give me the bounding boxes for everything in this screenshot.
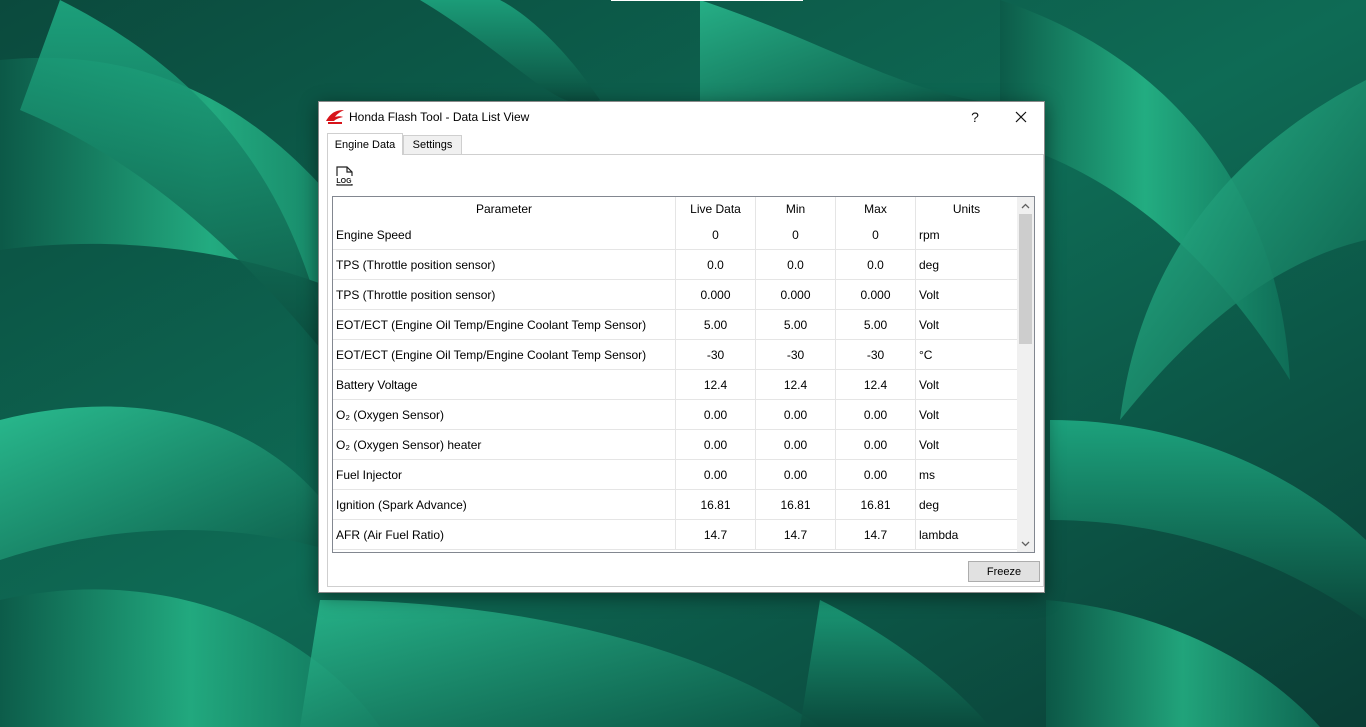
title-bar[interactable]: Honda Flash Tool - Data List View ? (319, 102, 1044, 132)
table-row[interactable]: TPS (Throttle position sensor) 0.0 0.0 0… (333, 250, 1017, 280)
table-row[interactable]: EOT/ECT (Engine Oil Temp/Engine Coolant … (333, 340, 1017, 370)
cell-max: 0.00 (836, 460, 916, 490)
cell-units: lambda (916, 520, 1017, 550)
cell-parameter: Ignition (Spark Advance) (333, 490, 676, 520)
vertical-scrollbar[interactable] (1017, 197, 1034, 552)
tab-engine-data[interactable]: Engine Data (327, 133, 403, 155)
top-edge-highlight (611, 0, 803, 1)
scroll-up-button[interactable] (1017, 197, 1034, 214)
header-units[interactable]: Units (916, 197, 1017, 220)
table-row[interactable]: Fuel Injector 0.00 0.00 0.00 ms (333, 460, 1017, 490)
table-row[interactable]: Battery Voltage 12.4 12.4 12.4 Volt (333, 370, 1017, 400)
cell-min: -30 (756, 340, 836, 370)
table-row[interactable]: O₂ (Oxygen Sensor) 0.00 0.00 0.00 Volt (333, 400, 1017, 430)
cell-min: 0.000 (756, 280, 836, 310)
engine-data-panel: LOG Parameter Live Data Min Max Units En… (327, 154, 1044, 587)
cell-parameter: Fuel Injector (333, 460, 676, 490)
cell-min: 0.00 (756, 430, 836, 460)
cell-parameter: TPS (Throttle position sensor) (333, 250, 676, 280)
table-header: Parameter Live Data Min Max Units (333, 197, 1017, 220)
cell-max: 16.81 (836, 490, 916, 520)
table-row[interactable]: AFR (Air Fuel Ratio) 14.7 14.7 14.7 lamb… (333, 520, 1017, 550)
table-row[interactable]: O₂ (Oxygen Sensor) heater 0.00 0.00 0.00… (333, 430, 1017, 460)
cell-parameter: O₂ (Oxygen Sensor) heater (333, 430, 676, 460)
log-icon[interactable]: LOG (333, 165, 355, 187)
cell-max: 0.000 (836, 280, 916, 310)
cell-parameter: AFR (Air Fuel Ratio) (333, 520, 676, 550)
cell-parameter: EOT/ECT (Engine Oil Temp/Engine Coolant … (333, 310, 676, 340)
cell-parameter: Engine Speed (333, 220, 676, 250)
cell-units: Volt (916, 310, 1017, 340)
scroll-down-button[interactable] (1017, 535, 1034, 552)
cell-max: 0 (836, 220, 916, 250)
close-icon (1015, 111, 1027, 123)
scroll-thumb[interactable] (1019, 214, 1032, 344)
cell-max: 0.00 (836, 430, 916, 460)
cell-min: 16.81 (756, 490, 836, 520)
cell-max: 0.00 (836, 400, 916, 430)
cell-min: 0.00 (756, 460, 836, 490)
log-icon-text: LOG (336, 178, 352, 185)
cell-parameter: Battery Voltage (333, 370, 676, 400)
cell-live-data: 5.00 (676, 310, 756, 340)
cell-live-data: 0.00 (676, 400, 756, 430)
cell-live-data: 0.00 (676, 430, 756, 460)
table-row[interactable]: Engine Speed 0 0 0 rpm (333, 220, 1017, 250)
tab-bar: Engine Data Settings (327, 133, 1044, 155)
freeze-button[interactable]: Freeze (968, 561, 1040, 582)
cell-units: Volt (916, 280, 1017, 310)
cell-parameter: O₂ (Oxygen Sensor) (333, 400, 676, 430)
header-parameter[interactable]: Parameter (333, 197, 676, 220)
cell-min: 0.0 (756, 250, 836, 280)
cell-live-data: 0.00 (676, 460, 756, 490)
window-title: Honda Flash Tool - Data List View (349, 110, 530, 124)
table-row[interactable]: EOT/ECT (Engine Oil Temp/Engine Coolant … (333, 310, 1017, 340)
chevron-down-icon (1021, 541, 1030, 546)
cell-live-data: 12.4 (676, 370, 756, 400)
cell-units: °C (916, 340, 1017, 370)
data-list-window: Honda Flash Tool - Data List View ? Engi… (318, 101, 1045, 593)
cell-live-data: 0 (676, 220, 756, 250)
data-grid: Parameter Live Data Min Max Units Engine… (333, 197, 1017, 550)
cell-live-data: 14.7 (676, 520, 756, 550)
honda-wing-icon (326, 110, 344, 124)
help-button[interactable]: ? (952, 102, 998, 132)
cell-units: deg (916, 250, 1017, 280)
close-button[interactable] (998, 102, 1044, 132)
cell-units: ms (916, 460, 1017, 490)
cell-min: 0 (756, 220, 836, 250)
cell-min: 5.00 (756, 310, 836, 340)
chevron-up-icon (1021, 203, 1030, 208)
cell-live-data: 0.000 (676, 280, 756, 310)
cell-max: 0.0 (836, 250, 916, 280)
tab-settings[interactable]: Settings (403, 135, 462, 155)
header-min[interactable]: Min (756, 197, 836, 220)
cell-min: 0.00 (756, 400, 836, 430)
cell-min: 12.4 (756, 370, 836, 400)
cell-units: deg (916, 490, 1017, 520)
cell-live-data: -30 (676, 340, 756, 370)
header-max[interactable]: Max (836, 197, 916, 220)
cell-units: Volt (916, 370, 1017, 400)
table-row[interactable]: TPS (Throttle position sensor) 0.000 0.0… (333, 280, 1017, 310)
cell-max: 14.7 (836, 520, 916, 550)
cell-units: Volt (916, 400, 1017, 430)
cell-parameter: TPS (Throttle position sensor) (333, 280, 676, 310)
cell-units: rpm (916, 220, 1017, 250)
data-table[interactable]: Parameter Live Data Min Max Units Engine… (332, 196, 1035, 553)
header-live-data[interactable]: Live Data (676, 197, 756, 220)
cell-parameter: EOT/ECT (Engine Oil Temp/Engine Coolant … (333, 340, 676, 370)
cell-max: 12.4 (836, 370, 916, 400)
table-row[interactable]: Ignition (Spark Advance) 16.81 16.81 16.… (333, 490, 1017, 520)
cell-max: -30 (836, 340, 916, 370)
cell-live-data: 0.0 (676, 250, 756, 280)
cell-live-data: 16.81 (676, 490, 756, 520)
cell-max: 5.00 (836, 310, 916, 340)
cell-min: 14.7 (756, 520, 836, 550)
cell-units: Volt (916, 430, 1017, 460)
